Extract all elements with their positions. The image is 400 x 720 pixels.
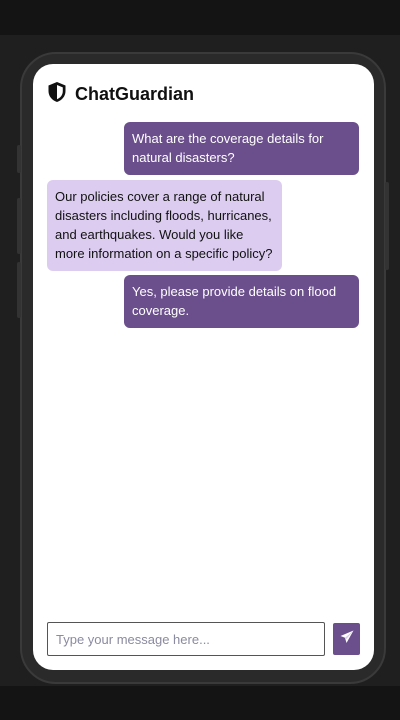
- bot-message: Our policies cover a range of natural di…: [47, 180, 282, 271]
- message-composer: [47, 622, 360, 656]
- message-input[interactable]: [47, 622, 325, 656]
- app-header: ChatGuardian: [47, 81, 194, 107]
- send-icon: [340, 630, 354, 649]
- user-message: What are the coverage details for natura…: [124, 122, 359, 175]
- nav-bar-area: [0, 686, 400, 720]
- status-bar-area: [0, 0, 400, 35]
- app-screen: ChatGuardian What are the coverage detai…: [33, 64, 374, 670]
- phone-side-button: [17, 145, 21, 173]
- shield-icon: [47, 81, 67, 108]
- app-title: ChatGuardian: [75, 83, 195, 104]
- send-button[interactable]: [333, 623, 360, 655]
- phone-side-button: [385, 182, 389, 270]
- user-message: Yes, please provide details on flood cov…: [124, 275, 359, 328]
- phone-side-button: [17, 198, 21, 254]
- phone-side-button: [17, 262, 21, 318]
